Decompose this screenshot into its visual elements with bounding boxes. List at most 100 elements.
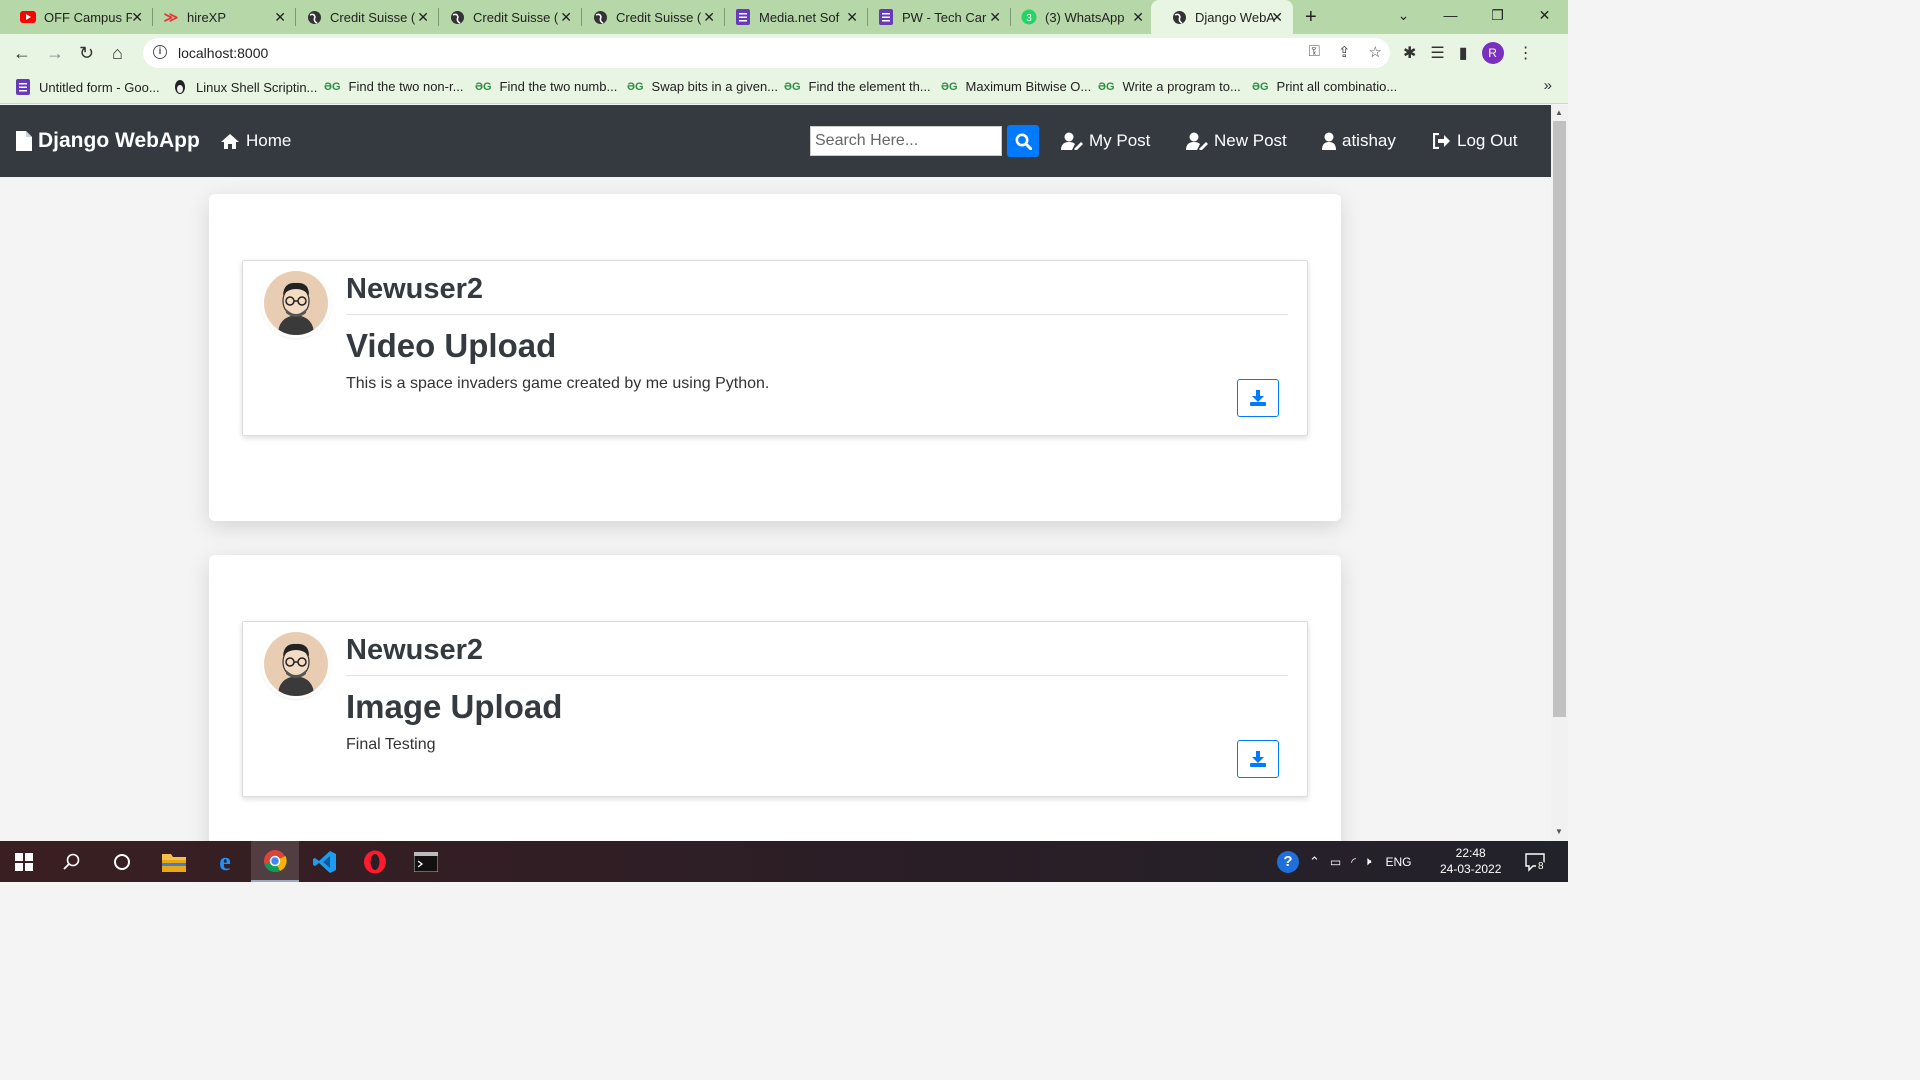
more-menu-icon[interactable]: ⋮ <box>1518 43 1534 63</box>
download-button[interactable] <box>1237 740 1279 778</box>
close-icon[interactable]: ✕ <box>131 9 143 26</box>
post-author[interactable]: Newuser2 <box>346 634 483 667</box>
browser-tab[interactable]: OFF Campus P ✕ <box>0 0 153 34</box>
bookmark-item[interactable]: ƏG Find the element th... <box>784 79 931 94</box>
download-icon <box>1250 390 1266 406</box>
browser-tab[interactable]: Credit Suisse ( ✕ <box>429 0 582 34</box>
brand-link[interactable]: Django WebApp <box>16 129 200 153</box>
whatsapp-icon: 3 <box>1021 9 1037 25</box>
browser-tab[interactable]: ≫ hireXP ✕ <box>143 0 296 34</box>
profile-avatar[interactable]: R <box>1481 42 1504 64</box>
taskbar-app-chrome[interactable] <box>251 841 299 882</box>
globe-icon <box>1171 9 1187 25</box>
nav-home[interactable]: Home <box>220 131 291 151</box>
close-icon[interactable]: ✕ <box>274 9 286 26</box>
post-title[interactable]: Video Upload <box>346 327 556 365</box>
search-button[interactable] <box>1007 125 1039 157</box>
browser-tab-active[interactable]: Django WebA ✕ <box>1151 0 1293 34</box>
nav-my-post[interactable]: My Post <box>1061 131 1150 151</box>
download-button[interactable] <box>1237 379 1279 417</box>
browser-tab[interactable]: Credit Suisse ( ✕ <box>286 0 439 34</box>
address-bar[interactable]: i localhost:8000 ⚿ ⇪ ☆ <box>143 38 1390 68</box>
nav-logout[interactable]: Log Out <box>1433 131 1518 151</box>
reload-button[interactable]: ↻ <box>79 43 94 64</box>
bookmark-item[interactable]: ƏG Maximum Bitwise O... <box>941 79 1091 94</box>
bookmark-item[interactable]: Linux Shell Scriptin... <box>172 79 317 95</box>
wifi-icon[interactable]: ◜ <box>1351 855 1356 869</box>
avatar[interactable] <box>264 271 328 335</box>
close-icon[interactable]: ✕ <box>1132 9 1144 26</box>
taskbar-app-opera[interactable] <box>351 841 399 882</box>
battery-icon[interactable]: ▭ <box>1330 855 1341 869</box>
share-icon[interactable]: ⇪ <box>1338 43 1351 61</box>
key-icon[interactable]: ⚿ <box>1309 43 1320 61</box>
system-tray: ? ⌃ ▭ ◜ 🕨 ENG <box>1277 841 1411 882</box>
scroll-down-icon[interactable]: ▼ <box>1555 827 1563 836</box>
avatar[interactable] <box>264 632 328 696</box>
scroll-up-icon[interactable]: ▲ <box>1555 108 1563 117</box>
home-button[interactable]: ⌂ <box>112 43 123 64</box>
post-container: Newuser2 Image Upload Final Testing <box>209 555 1341 841</box>
nav-my-post-label: My Post <box>1089 131 1151 150</box>
bookmark-item[interactable]: ƏG Print all combinatio... <box>1252 79 1397 94</box>
search-input[interactable] <box>810 126 1002 156</box>
svg-text:3: 3 <box>1026 13 1032 24</box>
chevron-up-icon[interactable]: ⌃ <box>1309 854 1320 870</box>
bookmark-star-icon[interactable]: ☆ <box>1369 43 1382 61</box>
close-icon[interactable]: ✕ <box>846 9 858 26</box>
forward-button[interactable]: → <box>46 43 64 64</box>
gfg-icon: ƏG <box>627 80 644 93</box>
browser-tab[interactable]: 3 (3) WhatsApp ✕ <box>1001 0 1154 34</box>
post-title[interactable]: Image Upload <box>346 688 562 726</box>
scroll-thumb[interactable] <box>1553 121 1566 717</box>
maximize-button[interactable]: ❐ <box>1474 0 1521 34</box>
notification-center[interactable]: 8 <box>1525 841 1546 882</box>
bookmark-item[interactable]: ƏG Find the two numb... <box>475 79 617 94</box>
side-panel-icon[interactable]: ▮ <box>1459 43 1468 63</box>
start-button[interactable] <box>0 841 48 882</box>
browser-toolbar: ← → ↻ ⌂ i localhost:8000 ⚿ ⇪ ☆ ✱ ☰ ▮ R ⋮ <box>0 34 1568 72</box>
bookmark-item[interactable]: ƏG Write a program to... <box>1098 79 1241 94</box>
volume-icon[interactable]: 🕨 <box>1364 854 1372 869</box>
globe-icon <box>449 9 465 25</box>
info-icon[interactable]: i <box>153 45 167 59</box>
close-icon[interactable]: ✕ <box>417 9 429 26</box>
taskbar-app-edge[interactable]: e <box>201 841 249 882</box>
close-icon[interactable]: ✕ <box>560 9 572 26</box>
page-scrollbar[interactable]: ▲ ▼ <box>1551 105 1568 841</box>
close-window-button[interactable]: ✕ <box>1521 0 1568 34</box>
bookmarks-overflow-icon[interactable]: » <box>1544 77 1552 94</box>
home-icon <box>221 133 239 149</box>
bookmark-item[interactable]: Untitled form - Goo... <box>15 79 160 95</box>
back-button[interactable]: ← <box>13 43 31 64</box>
bookmark-item[interactable]: ƏG Swap bits in a given... <box>627 79 778 94</box>
new-tab-button[interactable]: + <box>1305 6 1317 29</box>
nav-user[interactable]: atishay <box>1322 131 1396 151</box>
browser-tab[interactable]: Credit Suisse ( ✕ <box>572 0 725 34</box>
browser-tab[interactable]: Media.net Sof ✕ <box>715 0 868 34</box>
close-icon[interactable]: ✕ <box>989 9 1001 26</box>
clock-time: 22:48 <box>1455 846 1486 860</box>
browser-tab[interactable]: PW - Tech Car ✕ <box>858 0 1011 34</box>
language-indicator[interactable]: ENG <box>1385 855 1411 869</box>
taskbar-search[interactable] <box>48 841 96 882</box>
gfg-icon: ƏG <box>1098 80 1115 93</box>
bookmark-item[interactable]: ƏG Find the two non-r... <box>324 79 463 94</box>
close-icon[interactable]: ✕ <box>703 9 715 26</box>
extensions-icon[interactable]: ✱ <box>1403 43 1416 63</box>
taskbar-app-explorer[interactable] <box>150 841 198 882</box>
app-navbar: Django WebApp Home My Post New Post atis… <box>0 105 1551 177</box>
minimize-button[interactable]: — <box>1427 0 1474 34</box>
tab-search-icon[interactable]: ⌄ <box>1380 0 1427 34</box>
reading-list-icon[interactable]: ☰ <box>1430 43 1444 63</box>
taskbar-app-terminal[interactable] <box>402 841 450 882</box>
post-author[interactable]: Newuser2 <box>346 273 483 306</box>
bookmark-label: Maximum Bitwise O... <box>965 79 1092 94</box>
nav-new-post[interactable]: New Post <box>1186 131 1287 151</box>
globe-icon <box>306 9 322 25</box>
clock[interactable]: 22:48 24-03-2022 <box>1440 845 1501 877</box>
taskbar-app-vscode[interactable] <box>301 841 349 882</box>
close-icon[interactable]: ✕ <box>1271 9 1283 26</box>
help-icon[interactable]: ? <box>1277 850 1299 873</box>
task-view-button[interactable] <box>98 841 146 882</box>
